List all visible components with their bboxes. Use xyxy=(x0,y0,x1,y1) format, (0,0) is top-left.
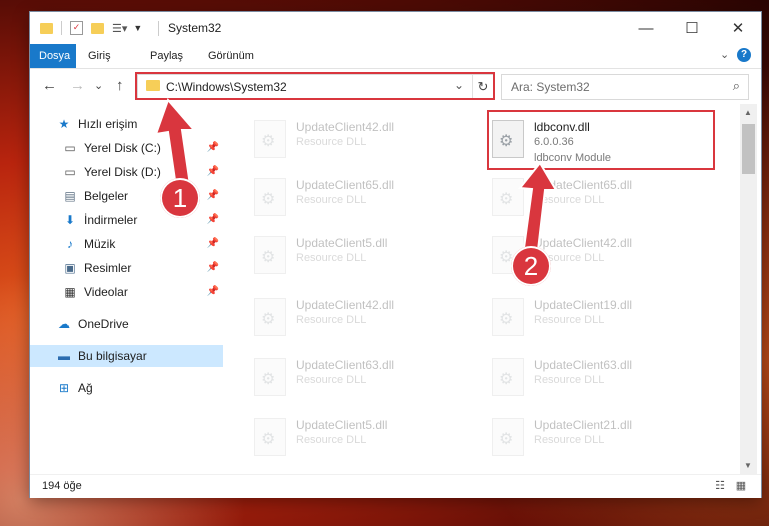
arrow-1 xyxy=(154,98,197,189)
step-2-badge: 2 xyxy=(511,246,551,286)
annotation-arrows xyxy=(154,98,558,252)
step-1-badge: 1 xyxy=(160,178,200,218)
arrow-2 xyxy=(518,161,558,252)
